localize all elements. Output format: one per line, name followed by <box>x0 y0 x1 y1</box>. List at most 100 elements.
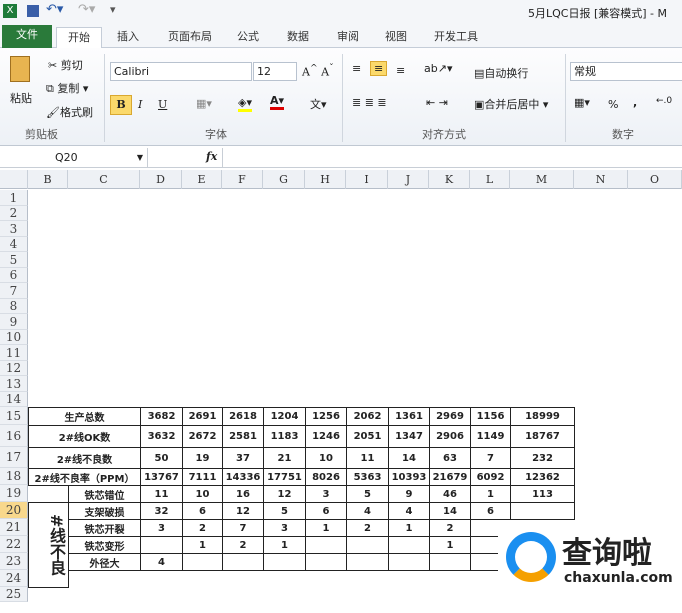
row-header[interactable]: 6 <box>0 268 28 283</box>
row-header[interactable]: 15 <box>0 407 28 425</box>
table-cell[interactable]: 2691 <box>182 407 223 426</box>
number-format-select[interactable]: 常规 <box>570 62 682 81</box>
table-cell[interactable] <box>346 536 389 554</box>
row-header[interactable]: 17 <box>0 447 28 468</box>
select-all-corner[interactable] <box>0 170 28 189</box>
paste-button[interactable]: 粘贴 <box>10 90 32 106</box>
save-icon[interactable] <box>27 5 39 17</box>
paste-icon[interactable] <box>10 56 30 82</box>
row-header[interactable]: 3 <box>0 221 28 237</box>
table-cell[interactable]: 5 <box>346 485 389 503</box>
table-cell[interactable]: 11 <box>346 447 389 469</box>
merge-center-button[interactable]: ▣合并后居中 ▾ <box>474 96 548 112</box>
table-cell[interactable]: 1 <box>182 536 223 554</box>
table-cell[interactable]: 1361 <box>388 407 430 426</box>
table-cell[interactable] <box>429 553 471 571</box>
table-cell[interactable]: 1156 <box>470 407 511 426</box>
tab-insert[interactable]: 插入 <box>108 27 148 48</box>
table-cell[interactable] <box>182 553 223 571</box>
table-cell[interactable]: 5363 <box>346 468 389 486</box>
tab-page-layout[interactable]: 页面布局 <box>160 27 220 48</box>
column-header[interactable]: I <box>346 170 388 189</box>
table-cell[interactable]: 2051 <box>346 425 389 448</box>
table-cell[interactable]: 1 <box>429 536 471 554</box>
row-header[interactable]: 10 <box>0 330 28 345</box>
row-header[interactable]: 19 <box>0 485 28 502</box>
row-label[interactable]: 2#线不良率（PPM） <box>28 468 141 486</box>
table-cell[interactable]: 19 <box>182 447 223 469</box>
row-header[interactable]: 8 <box>0 299 28 314</box>
total-cell[interactable]: 18767 <box>510 425 575 448</box>
row-header[interactable]: 22 <box>0 536 28 553</box>
table-cell[interactable]: 21 <box>263 447 306 469</box>
column-header[interactable]: D <box>140 170 182 189</box>
fx-icon[interactable]: fx <box>206 150 217 163</box>
row-header[interactable]: 12 <box>0 361 28 376</box>
table-cell[interactable]: 2618 <box>222 407 264 426</box>
table-cell[interactable]: 12 <box>222 502 264 520</box>
column-header[interactable]: E <box>182 170 222 189</box>
table-cell[interactable]: 3682 <box>140 407 183 426</box>
table-cell[interactable]: 1204 <box>263 407 306 426</box>
row-header[interactable]: 13 <box>0 376 28 392</box>
table-cell[interactable]: 10 <box>305 447 347 469</box>
phonetic-icon[interactable]: 文▾ <box>310 96 327 112</box>
row-header[interactable]: 4 <box>0 237 28 252</box>
copy-button[interactable]: ⧉ 复制 ▾ <box>46 80 88 96</box>
font-name-select[interactable]: Calibri <box>110 62 252 81</box>
table-cell[interactable] <box>140 536 183 554</box>
table-cell[interactable]: 3632 <box>140 425 183 448</box>
increase-decimal-icon[interactable]: ←.0 <box>656 96 672 106</box>
row-header[interactable]: 16 <box>0 425 28 447</box>
column-header[interactable]: O <box>628 170 682 189</box>
table-cell[interactable] <box>263 553 306 571</box>
table-cell[interactable]: 13767 <box>140 468 183 486</box>
tab-home[interactable]: 开始 <box>56 27 102 48</box>
table-cell[interactable]: 3 <box>140 519 183 537</box>
defect-label[interactable]: 铁芯开裂 <box>68 519 141 537</box>
table-cell[interactable]: 9 <box>388 485 430 503</box>
row-header[interactable]: 11 <box>0 345 28 361</box>
table-cell[interactable]: 14336 <box>222 468 264 486</box>
table-cell[interactable]: 10393 <box>388 468 430 486</box>
table-cell[interactable]: 6 <box>305 502 347 520</box>
row-header[interactable]: 23 <box>0 553 28 570</box>
table-cell[interactable] <box>222 553 264 571</box>
defect-label[interactable]: 铁芯变形 <box>68 536 141 554</box>
format-painter-button[interactable]: 🖌格式刷 <box>46 104 93 120</box>
table-cell[interactable]: 1 <box>263 536 306 554</box>
align-top-icon[interactable]: ≡ <box>352 62 361 75</box>
column-header[interactable]: F <box>222 170 263 189</box>
table-cell[interactable]: 1149 <box>470 425 511 448</box>
defect-group-label[interactable]: #线不良 <box>28 502 69 588</box>
table-cell[interactable]: 4 <box>346 502 389 520</box>
table-cell[interactable]: 1183 <box>263 425 306 448</box>
table-cell[interactable]: 10 <box>182 485 223 503</box>
tab-formulas[interactable]: 公式 <box>228 27 268 48</box>
table-cell[interactable]: 2906 <box>429 425 471 448</box>
font-size-select[interactable]: 12 <box>253 62 297 81</box>
percent-button[interactable]: % <box>608 98 618 111</box>
column-header[interactable]: J <box>388 170 429 189</box>
defect-label[interactable]: 支架破损 <box>68 502 141 520</box>
table-cell[interactable]: 5 <box>263 502 306 520</box>
row-label[interactable]: 生产总数 <box>28 407 141 426</box>
row-label[interactable]: 2#线不良数 <box>28 447 141 469</box>
table-cell[interactable]: 1347 <box>388 425 430 448</box>
align-middle-icon[interactable]: ≡ <box>370 61 388 76</box>
table-cell[interactable]: 14 <box>388 447 430 469</box>
column-header[interactable]: G <box>263 170 305 189</box>
table-cell[interactable]: 7111 <box>182 468 223 486</box>
table-cell[interactable]: 2 <box>429 519 471 537</box>
row-header[interactable]: 1 <box>0 190 28 206</box>
table-cell[interactable]: 2 <box>222 536 264 554</box>
defect-label[interactable]: 铁芯错位 <box>68 485 141 503</box>
table-cell[interactable]: 37 <box>222 447 264 469</box>
undo-icon[interactable]: ↶▾ <box>46 2 63 17</box>
row-header[interactable]: 7 <box>0 283 28 299</box>
table-cell[interactable]: 1 <box>305 519 347 537</box>
table-cell[interactable]: 7 <box>470 447 511 469</box>
row-header[interactable]: 2 <box>0 206 28 221</box>
column-header[interactable]: L <box>470 170 510 189</box>
name-box[interactable]: Q20 ▼ <box>0 148 148 167</box>
